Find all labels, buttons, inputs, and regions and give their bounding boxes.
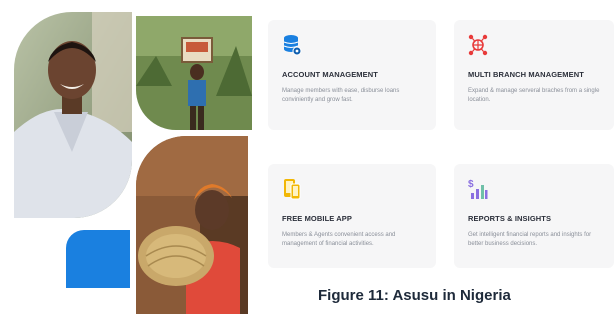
feature-description: Members & Agents convenient access and m… [282, 232, 396, 247]
dollar-bar-chart-icon: $ [468, 179, 488, 199]
woman-carrying-box-photo [136, 16, 252, 130]
feature-description: Expand & manage serveral braches from a … [468, 88, 600, 103]
network-globe-icon [468, 34, 488, 56]
feature-card-account-management: ACCOUNT MANAGEMENT Manage members with e… [268, 20, 436, 130]
database-gear-icon [283, 35, 302, 56]
feature-title: FREE MOBILE APP [282, 214, 352, 223]
feature-title: ACCOUNT MANAGEMENT [282, 70, 378, 79]
feature-card-multi-branch-management: MULTI BRANCH MANAGEMENT Expand & manage … [454, 20, 614, 130]
feature-card-free-mobile-app: FREE MOBILE APP Members & Agents conveni… [268, 164, 436, 268]
svg-text:$: $ [468, 179, 474, 190]
smiling-man-photo [14, 12, 132, 218]
feature-title: MULTI BRANCH MANAGEMENT [468, 70, 584, 79]
mobile-devices-icon [284, 179, 301, 200]
feature-card-reports-insights: $ REPORTS & INSIGHTS Get intelligent fin… [454, 164, 614, 268]
feature-title: REPORTS & INSIGHTS [468, 214, 552, 223]
decorative-blue-square [66, 230, 130, 288]
feature-description: Get intelligent financial reports and in… [468, 232, 592, 247]
feature-description: Manage members with ease, disburse loans… [282, 88, 400, 103]
woman-with-basket-photo [136, 136, 248, 314]
figure-caption: Figure 11: Asusu in Nigeria [318, 287, 511, 304]
